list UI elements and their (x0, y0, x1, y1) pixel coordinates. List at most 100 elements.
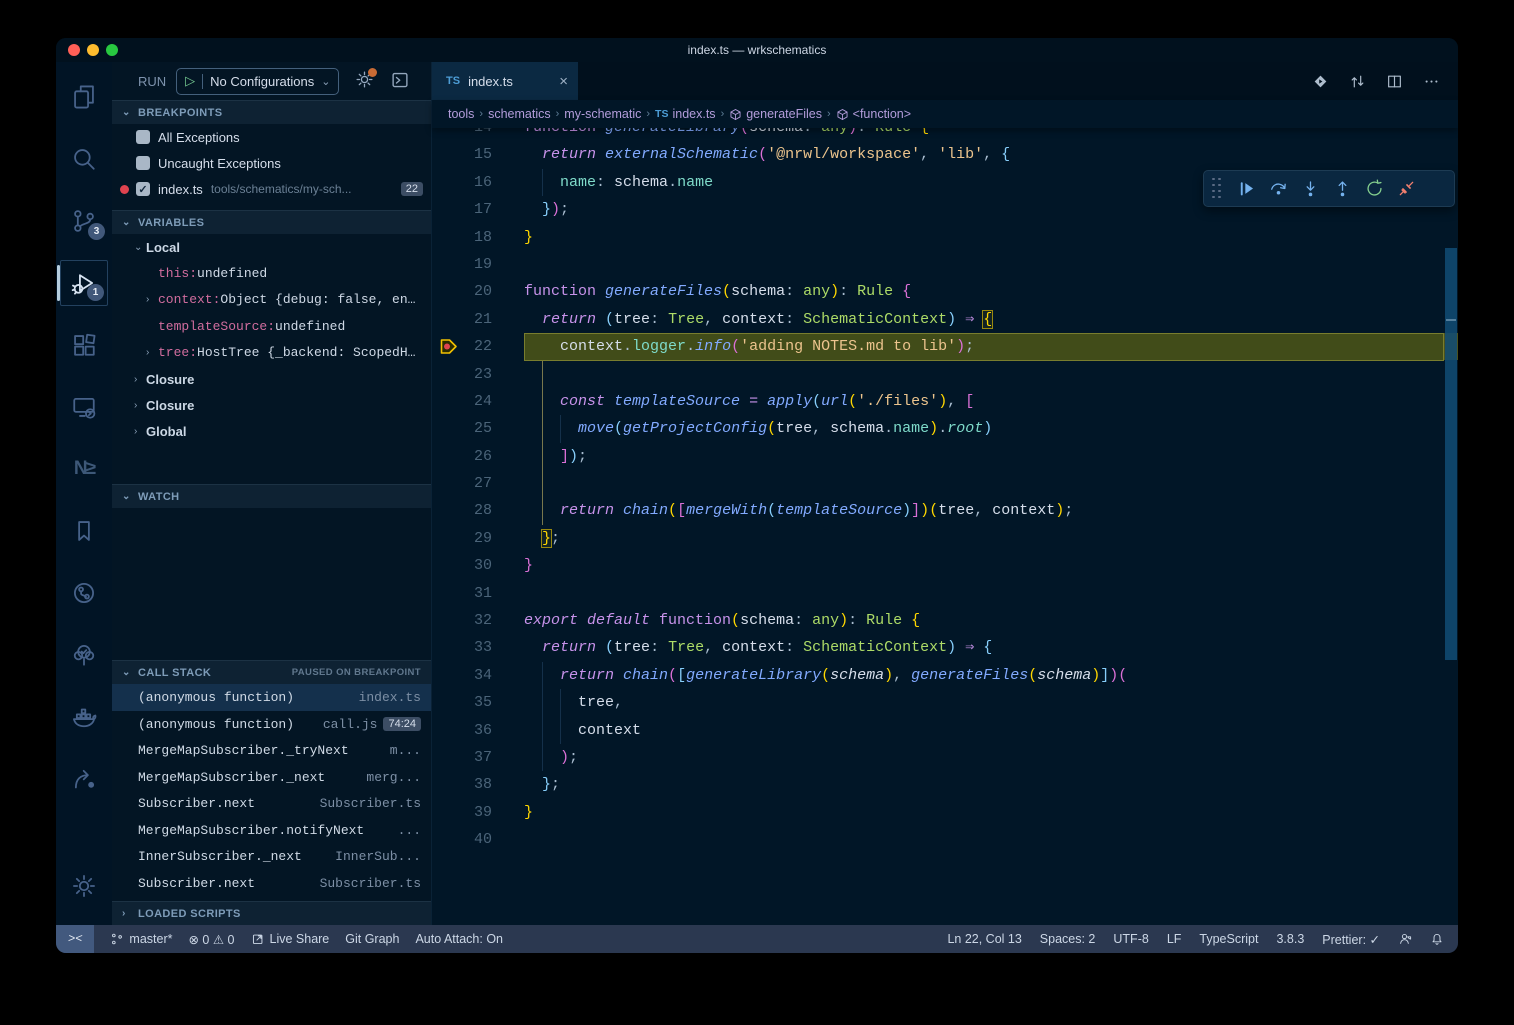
variable-scope-row[interactable]: ›Closure (112, 392, 431, 418)
step-out-button[interactable] (1326, 174, 1358, 204)
code-line-26[interactable]: 26 ]); (432, 443, 1444, 470)
code-line-40[interactable]: 40 (432, 826, 1444, 853)
toolbar-drag-handle[interactable] (1212, 178, 1222, 200)
debug-console-button[interactable] (390, 70, 410, 93)
call-stack-frame[interactable]: (anonymous function)call.js74:24 (112, 711, 431, 738)
code-line-18[interactable]: 18} (432, 224, 1444, 251)
call-stack-section-header[interactable]: ⌄ CALL STACK PAUSED ON BREAKPOINT (112, 660, 431, 684)
more-actions-icon[interactable] (1423, 73, 1440, 90)
compare-changes-icon[interactable] (1349, 73, 1366, 90)
call-stack-frame[interactable]: Subscriber.nextSubscriber.ts (112, 791, 431, 818)
code-line-39[interactable]: 39} (432, 799, 1444, 826)
remote-indicator[interactable]: >< (56, 925, 94, 953)
gutter[interactable]: 34 (432, 662, 524, 689)
code-line-33[interactable]: 33 return (tree: Tree, context: Schemati… (432, 634, 1444, 661)
status-git-graph[interactable]: Git Graph (345, 932, 399, 946)
activity-search-icon[interactable] (60, 136, 108, 182)
code-line-31[interactable]: 31 (432, 580, 1444, 607)
status-ts-version[interactable]: 3.8.3 (1276, 932, 1304, 946)
gutter[interactable]: 33 (432, 634, 524, 661)
code-line-29[interactable]: 29 }; (432, 525, 1444, 552)
status-problems[interactable]: ⊗ 0 ⚠ 0 (188, 932, 234, 947)
call-stack-frame[interactable]: Subscriber.nextSubscriber.ts (112, 870, 431, 897)
gutter[interactable]: 36 (432, 717, 524, 744)
gutter[interactable]: 16 (432, 169, 524, 196)
minimize-window-button[interactable] (87, 44, 99, 56)
code-line-23[interactable]: 23 (432, 361, 1444, 388)
call-stack-frame[interactable]: (anonymous function)index.ts (112, 684, 431, 711)
code-line-14[interactable]: 14function generateLibrary(schema: any):… (432, 128, 1444, 141)
scrollbar-slider[interactable] (1445, 248, 1457, 660)
gutter[interactable]: 15 (432, 141, 524, 168)
variable-row[interactable]: ›context: Object {debug: false, en… (112, 287, 431, 313)
breakpoint-row[interactable]: Uncaught Exceptions (112, 150, 431, 176)
breadcrumb-item[interactable]: schematics (488, 107, 551, 121)
status-notifications[interactable] (1430, 932, 1444, 946)
gutter[interactable]: 21 (432, 306, 524, 333)
code-line-38[interactable]: 38 }; (432, 771, 1444, 798)
status-indentation[interactable]: Spaces: 2 (1040, 932, 1096, 946)
breadcrumb-item[interactable]: <function> (836, 107, 911, 121)
status-eol[interactable]: LF (1167, 932, 1182, 946)
gutter[interactable]: 17 (432, 196, 524, 223)
code-line-19[interactable]: 19 (432, 251, 1444, 278)
launch-config-dropdown[interactable]: ▷ No Configurations ⌄ (176, 68, 339, 95)
code-line-35[interactable]: 35 tree, (432, 689, 1444, 716)
gutter[interactable]: 29 (432, 525, 524, 552)
debug-settings-button[interactable] (355, 70, 374, 92)
code-line-34[interactable]: 34 return chain([generateLibrary(schema)… (432, 662, 1444, 689)
code-line-24[interactable]: 24 const templateSource = apply(url('./f… (432, 388, 1444, 415)
code-line-15[interactable]: 15 return externalSchematic('@nrwl/works… (432, 141, 1444, 168)
gutter[interactable]: 27 (432, 470, 524, 497)
status-prettier[interactable]: Prettier: ✓ (1322, 932, 1380, 947)
activity-settings-gear-icon[interactable] (60, 863, 108, 909)
breakpoint-row[interactable]: All Exceptions (112, 124, 431, 150)
activity-live-share-session-icon[interactable] (60, 756, 108, 802)
gutter[interactable]: 28 (432, 497, 524, 524)
gutter[interactable]: 25 (432, 415, 524, 442)
zoom-window-button[interactable] (106, 44, 118, 56)
code-line-37[interactable]: 37 ); (432, 744, 1444, 771)
activity-extensions-icon[interactable] (60, 322, 108, 368)
status-language-mode[interactable]: TypeScript (1199, 932, 1258, 946)
code-line-32[interactable]: 32export default function(schema: any): … (432, 607, 1444, 634)
start-debug-icon[interactable]: ▷ (185, 73, 195, 89)
variable-scope-row[interactable]: ›Global (112, 419, 431, 445)
status-live-share[interactable]: Live Share (251, 932, 330, 946)
breakpoint-checkbox[interactable] (136, 130, 150, 144)
code-line-20[interactable]: 20function generateFiles(schema: any): R… (432, 278, 1444, 305)
gutter[interactable]: 32 (432, 607, 524, 634)
status-cursor-position[interactable]: Ln 22, Col 13 (947, 932, 1021, 946)
code-line-28[interactable]: 28 return chain([mergeWith(templateSourc… (432, 497, 1444, 524)
activity-explorer-icon[interactable] (60, 74, 108, 120)
call-stack-frame[interactable]: MergeMapSubscriber._nextmerg... (112, 764, 431, 791)
gutter[interactable]: 20 (432, 278, 524, 305)
variable-scope-row[interactable]: ›Closure (112, 366, 431, 392)
gutter[interactable]: 40 (432, 826, 524, 853)
gutter[interactable]: 30 (432, 552, 524, 579)
code-line-36[interactable]: 36 context (432, 717, 1444, 744)
gutter[interactable]: 14 (432, 128, 524, 141)
breakpoints-section-header[interactable]: ⌄ BREAKPOINTS (112, 100, 431, 124)
status-git-branch[interactable]: master* (110, 932, 172, 946)
step-over-button[interactable] (1262, 174, 1294, 204)
editor-scrollbar[interactable] (1444, 128, 1458, 925)
call-stack-frame[interactable]: MergeMapSubscriber._tryNextm... (112, 737, 431, 764)
loaded-scripts-section-header[interactable]: › LOADED SCRIPTS (112, 901, 431, 925)
step-into-button[interactable] (1294, 174, 1326, 204)
gutter[interactable]: 24 (432, 388, 524, 415)
split-editor-icon[interactable] (1386, 73, 1403, 90)
close-tab-icon[interactable]: × (559, 73, 568, 90)
gutter[interactable]: 37 (432, 744, 524, 771)
code-line-27[interactable]: 27 (432, 470, 1444, 497)
activity-gitlens-icon[interactable] (60, 570, 108, 616)
gutter[interactable]: 18 (432, 224, 524, 251)
activity-nx-console-icon[interactable]: N≥ (60, 446, 108, 492)
status-feedback[interactable] (1398, 932, 1412, 946)
breadcrumb-item[interactable]: my-schematic (564, 107, 641, 121)
breadcrumb-item[interactable]: generateFiles (729, 107, 822, 121)
variable-row[interactable]: ›tree: HostTree {_backend: ScopedH… (112, 340, 431, 366)
code-line-21[interactable]: 21 return (tree: Tree, context: Schemati… (432, 306, 1444, 333)
code-line-25[interactable]: 25 move(getProjectConfig(tree, schema.na… (432, 415, 1444, 442)
gutter[interactable]: 23 (432, 361, 524, 388)
